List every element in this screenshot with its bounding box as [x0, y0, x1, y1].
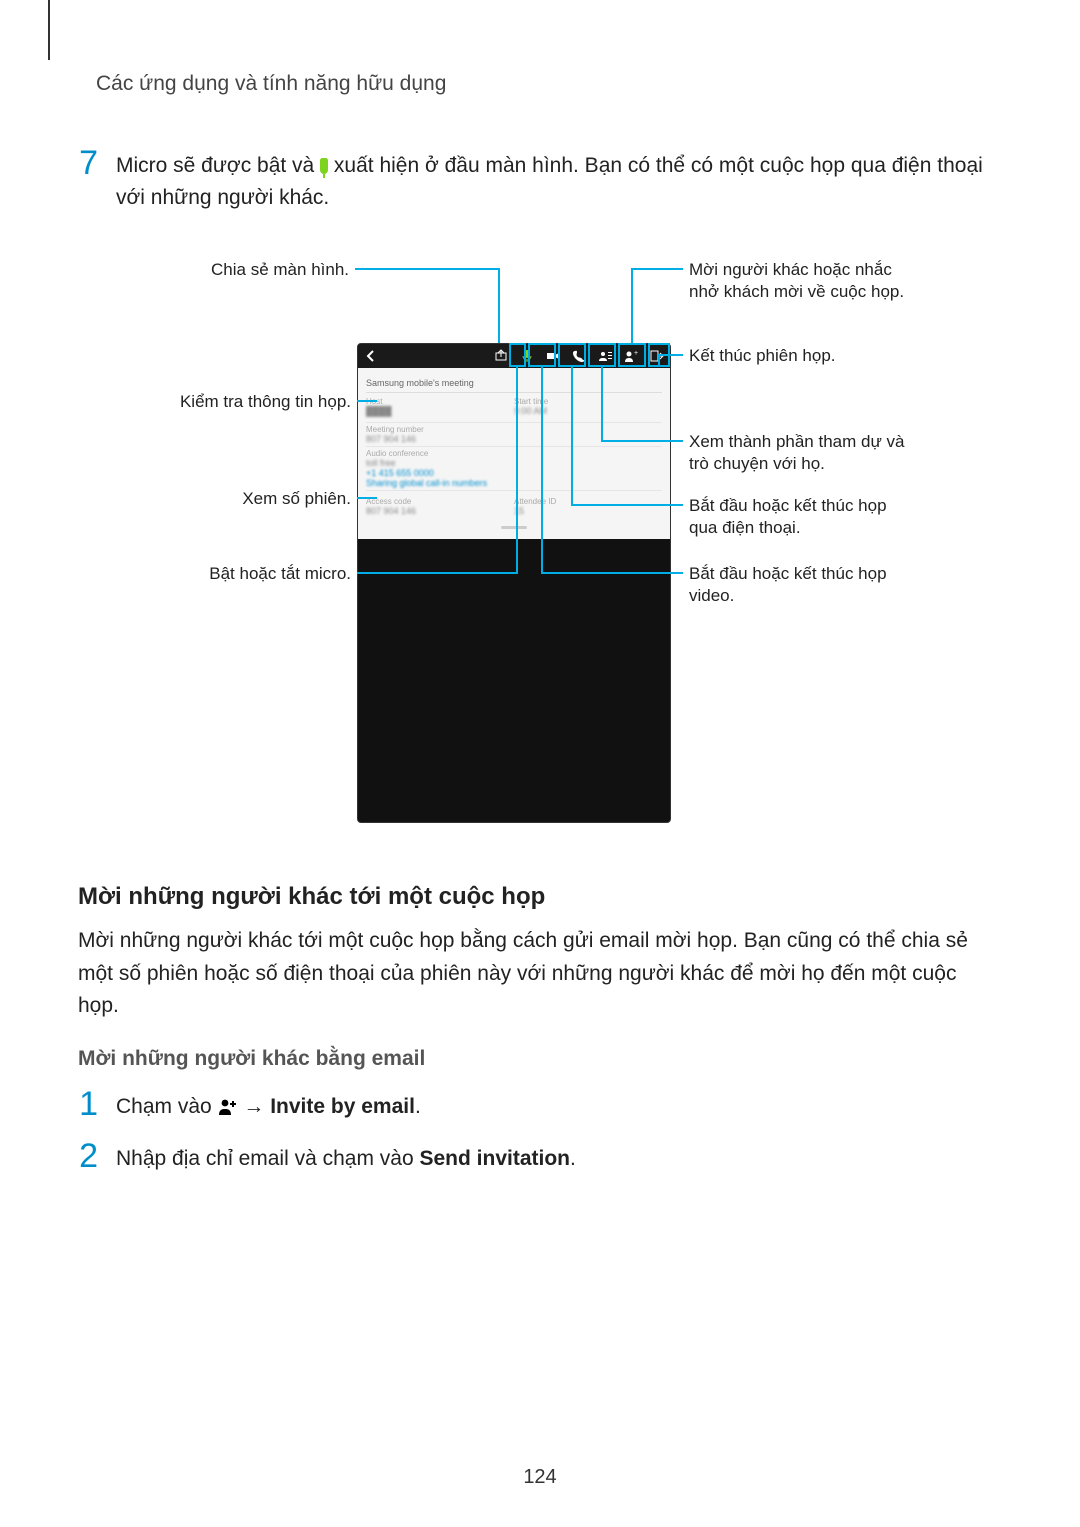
label-audio: Bắt đầu hoặc kết thúc họp qua điện thoại… [689, 495, 919, 539]
panel-access-value: 807 904 146 [366, 506, 514, 516]
share-screen-icon[interactable] [494, 349, 508, 363]
label-mic-toggle: Bật hoặc tắt micro. [199, 563, 351, 585]
step7-before: Micro sẽ được bật và [116, 154, 320, 177]
meeting-info-panel: Samsung mobile's meeting Host ████ Start… [358, 368, 670, 539]
section-paragraph: Mời những người khác tới một cuộc họp bằ… [78, 925, 1000, 1023]
panel-toll-link[interactable]: +1 415 655 0000 [366, 468, 662, 478]
panel-sharing-link[interactable]: Sharing global call-in numbers [366, 478, 662, 488]
label-check-info: Kiểm tra thông tin họp. [159, 391, 351, 413]
label-attendees: Xem thành phần tham dự và trò chuyện với… [689, 431, 919, 475]
label-invite: Mời người khác hoặc nhắc nhở khách mời v… [689, 259, 919, 303]
panel-meetingnum-label: Meeting number [366, 425, 662, 434]
back-icon[interactable] [364, 349, 378, 363]
panel-meetingnum-value: 807 904 146 [366, 434, 662, 444]
panel-drag-handle[interactable] [501, 526, 527, 529]
panel-host-label: Host [366, 397, 514, 406]
s1-after: . [415, 1095, 421, 1118]
mic-icon [320, 158, 328, 174]
s2-after: . [570, 1147, 576, 1170]
step-number-7: 7 [78, 146, 98, 180]
highlight-video-icon [528, 343, 556, 367]
panel-meeting-title: Samsung mobile's meeting [366, 374, 662, 393]
invite-step2-text: Nhập địa chỉ email và chạm vào Send invi… [116, 1139, 1000, 1175]
highlight-end-icon [648, 343, 670, 367]
step-7-text: Micro sẽ được bật và xuất hiện ở đầu màn… [116, 146, 1000, 213]
highlight-invite-icon [618, 343, 646, 367]
section-heading: Mời những người khác tới một cuộc họp [78, 883, 1000, 911]
panel-start-value: 9:00 AM [514, 406, 662, 416]
s2-before: Nhập địa chỉ email và chạm vào [116, 1147, 420, 1170]
device-mock: + Samsung mobile's meeting Host ████ [357, 343, 671, 823]
label-view-session: Xem số phiên. [219, 488, 351, 510]
annotated-screenshot: Chia sẻ màn hình. Kiểm tra thông tin họp… [129, 243, 949, 843]
panel-audio-label: Audio conference [366, 449, 662, 458]
panel-attendeeid-value: 15 [514, 506, 662, 516]
s2-bold: Send invitation [420, 1147, 571, 1170]
left-margin-line [48, 0, 50, 60]
highlight-mic-icon [509, 343, 526, 367]
s1-arrow: → [238, 1095, 271, 1118]
s1-bold: Invite by email [270, 1095, 415, 1118]
label-video: Bắt đầu hoặc kết thúc họp video. [689, 563, 919, 607]
invite-step1-text: Chạm vào → Invite by email. [116, 1087, 1000, 1126]
sub-heading: Mời những người khác bằng email [78, 1047, 1000, 1071]
step-number-2: 2 [78, 1139, 98, 1173]
panel-audio-value: toll free [366, 458, 662, 468]
highlight-phone-icon [558, 343, 586, 367]
panel-host-value: ████ [366, 406, 514, 416]
s1-before: Chạm vào [116, 1095, 218, 1118]
label-end-session: Kết thúc phiên họp. [689, 345, 919, 367]
label-share-screen: Chia sẻ màn hình. [209, 259, 349, 281]
highlight-attendees-icon [588, 343, 616, 367]
panel-attendeeid-label: Attendee ID [514, 497, 662, 506]
invite-step-2: 2 Nhập địa chỉ email và chạm vào Send in… [78, 1139, 1000, 1175]
page-number: 124 [0, 1466, 1080, 1489]
add-person-icon [218, 1094, 238, 1126]
panel-access-label: Access code [366, 497, 514, 506]
page-header: Các ứng dụng và tính năng hữu dụng [96, 72, 1000, 96]
step-7: 7 Micro sẽ được bật và xuất hiện ở đầu m… [78, 146, 1000, 213]
step-number-1: 1 [78, 1087, 98, 1121]
invite-step-1: 1 Chạm vào → Invite by email. [78, 1087, 1000, 1126]
panel-start-label: Start time [514, 397, 662, 406]
